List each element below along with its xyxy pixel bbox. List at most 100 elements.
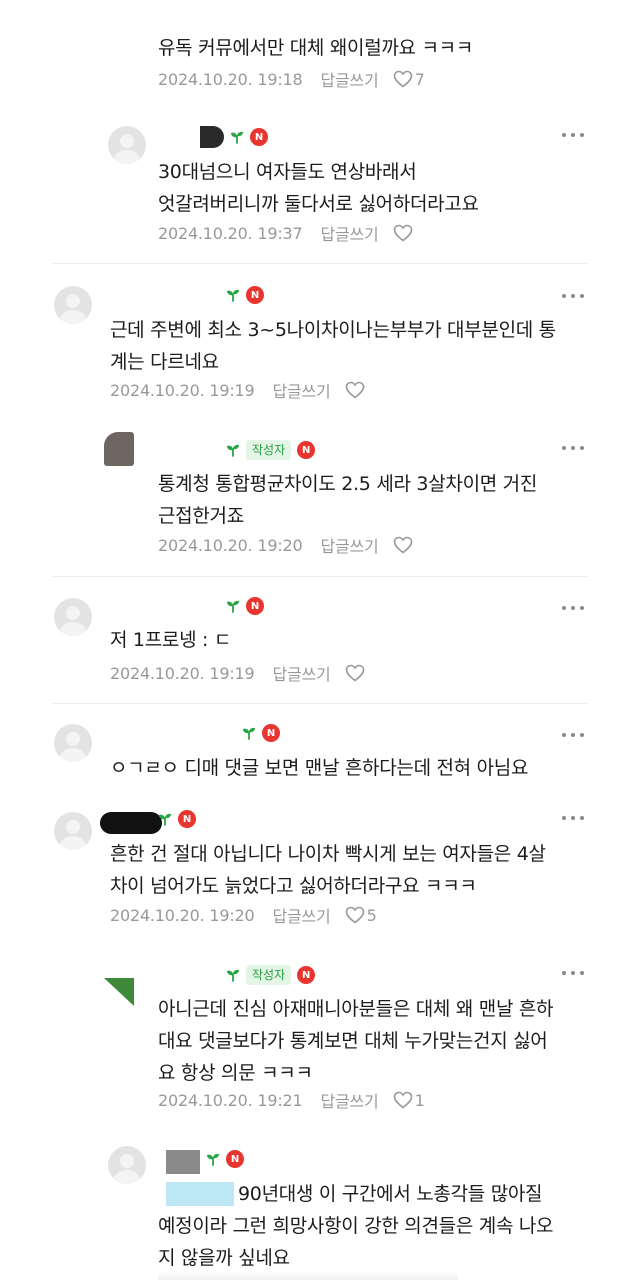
comment-text: 흔한 건 절대 아닙니다 나이차 빡시게 보는 여자들은 4살 차이 넘어가도 … [110,838,546,902]
sprout-icon [226,443,240,457]
comment-text: 근데 주변에 최소 3~5나이차이나는부부가 대부분인데 통 계는 다르네요 [110,314,556,378]
comment-text-line: 계는 다르네요 [110,351,219,373]
like-button[interactable] [345,664,365,682]
avatar[interactable] [104,978,134,1006]
comment-meta: 2024.10.20. 19:21 답글쓰기 1 [158,1088,425,1112]
divider [52,263,588,264]
like-button[interactable]: 7 [393,70,425,89]
comment-meta: 2024.10.20. 19:19 답글쓰기 [110,378,365,402]
like-count: 5 [366,905,377,925]
nickname-row: N [158,808,196,830]
reply-button[interactable]: 답글쓰기 [273,378,331,402]
comment-text: 예정이라 그런 희망사항이 강한 의견들은 계속 나오 지 않을까 싶네요 [158,1210,554,1274]
comment-text: 유독 커뮤에서만 대체 왜이럴까요 ㅋㅋㅋ [158,32,473,64]
more-options-icon[interactable] [562,130,584,140]
reply-button[interactable]: 답글쓰기 [273,661,331,685]
heart-icon [393,70,413,88]
like-button[interactable] [345,381,365,399]
comment-date: 2024.10.20. 19:20 [110,905,255,925]
sprout-icon [226,599,240,613]
nickname-row: N [226,284,264,306]
avatar[interactable] [54,598,92,636]
comment-text-line: 아니근데 진심 아재매니아분들은 대체 왜 맨날 흔하 [158,998,554,1020]
comment-text-line: 저 1프로넹 : ㄷ [110,629,232,651]
heart-icon [345,906,365,924]
like-count: 1 [414,1090,425,1110]
comment-date: 2024.10.20. 19:37 [158,223,303,243]
sprout-icon [158,812,172,826]
more-options-icon[interactable] [562,443,584,453]
reply-button[interactable]: 답글쓰기 [273,903,331,927]
avatar[interactable] [108,1146,146,1184]
more-options-icon[interactable] [562,291,584,301]
heart-icon [393,224,413,242]
comment-text: 30대넘으니 여자들도 연상바래서 엇갈려버리니까 둘다서로 싫어하더라고요 [158,156,479,220]
more-options-icon[interactable] [562,603,584,613]
more-options-icon[interactable] [562,730,584,740]
comment-meta: 2024.10.20. 19:19 답글쓰기 [110,661,365,685]
comment-meta: 2024.10.20. 19:37 답글쓰기 [158,221,413,245]
redacted-mention [166,1182,234,1206]
reply-button[interactable]: 답글쓰기 [321,221,379,245]
comment-text-line: 지 않을까 싶네요 [158,1247,290,1269]
redacted-nickname [166,1150,200,1174]
more-options-icon[interactable] [562,813,584,823]
sprout-icon [242,726,256,740]
divider [52,703,588,704]
comment-meta: 2024.10.20. 19:20 답글쓰기 [158,533,413,557]
comment-date: 2024.10.20. 19:19 [110,380,255,400]
comment-text-line: 예정이라 그런 희망사항이 강한 의견들은 계속 나오 [158,1215,554,1237]
author-badge: 작성자 [246,965,292,985]
nickname-row: 작성자 N [226,964,316,986]
comment-text-line: 근접한거죠 [158,505,244,527]
comment-text-line: 근데 주변에 최소 3~5나이차이나는부부가 대부분인데 통 [110,319,556,341]
naver-badge-icon: N [226,1150,244,1168]
author-badge: 작성자 [246,440,292,460]
nickname-row: N [206,1148,244,1170]
naver-badge-icon: N [178,810,196,828]
heart-icon [393,536,413,554]
comment-text: 아니근데 진심 아재매니아분들은 대체 왜 맨날 흔하 대요 댓글보다가 통계보… [158,993,554,1089]
comment-text-line: ㅇㄱㄹㅇ 디매 댓글 보면 맨날 흔하다는데 전혀 아님요 [110,757,529,779]
redacted-nickname [100,812,162,834]
comment-meta: 2024.10.20. 19:20 답글쓰기 5 [110,903,377,927]
comment-text-line: 대요 댓글보다가 통계보면 대체 누가맞는건지 싫어 [158,1030,548,1052]
more-options-icon[interactable] [562,968,584,978]
avatar[interactable] [54,724,92,762]
comment-meta: 2024.10.20. 19:18 답글쓰기 7 [158,67,425,91]
nickname-row: N [242,722,280,744]
reply-button[interactable]: 답글쓰기 [321,1088,379,1112]
divider [52,576,588,577]
like-button[interactable]: 1 [393,1091,425,1110]
redacted-nickname [200,126,224,148]
comment-text-line: 차이 넘어가도 늙었다고 싫어하더라구요 ㅋㅋㅋ [110,875,477,897]
sprout-icon [226,968,240,982]
like-count: 7 [414,69,425,89]
sprout-icon [226,288,240,302]
avatar[interactable] [54,286,92,324]
comment-text: ㅇㄱㄹㅇ 디매 댓글 보면 맨날 흔하다는데 전혀 아님요 [110,752,528,784]
naver-badge-icon: N [246,597,264,615]
nickname-row: N [226,595,264,617]
comment-text-line: 90년대생 이 구간에서 노총각들 많아질 [238,1183,543,1205]
comment-text-line: 유독 커뮤에서만 대체 왜이럴까요 ㅋㅋㅋ [158,37,474,59]
comment-text-line: 엇갈려버리니까 둘다서로 싫어하더라고요 [158,193,479,215]
avatar[interactable] [108,126,146,164]
nickname-row: 작성자 N [226,439,316,461]
comment-text-line: 요 항상 의문 ㅋㅋㅋ [158,1062,313,1084]
comment-date: 2024.10.20. 19:18 [158,69,303,89]
like-button[interactable] [393,536,413,554]
naver-badge-icon: N [246,286,264,304]
naver-badge-icon: N [250,128,268,146]
comment-text-line: 30대넘으니 여자들도 연상바래서 [158,161,417,183]
cut-off-meta [158,1272,458,1280]
comment-text: 90년대생 이 구간에서 노총각들 많아질 [238,1178,543,1210]
avatar[interactable] [54,812,92,850]
like-button[interactable]: 5 [345,906,377,925]
avatar[interactable] [104,432,134,466]
nickname-row: N [200,126,268,148]
like-button[interactable] [393,224,413,242]
reply-button[interactable]: 답글쓰기 [321,533,379,557]
reply-button[interactable]: 답글쓰기 [321,67,379,91]
comment-text: 저 1프로넹 : ㄷ [110,624,231,656]
